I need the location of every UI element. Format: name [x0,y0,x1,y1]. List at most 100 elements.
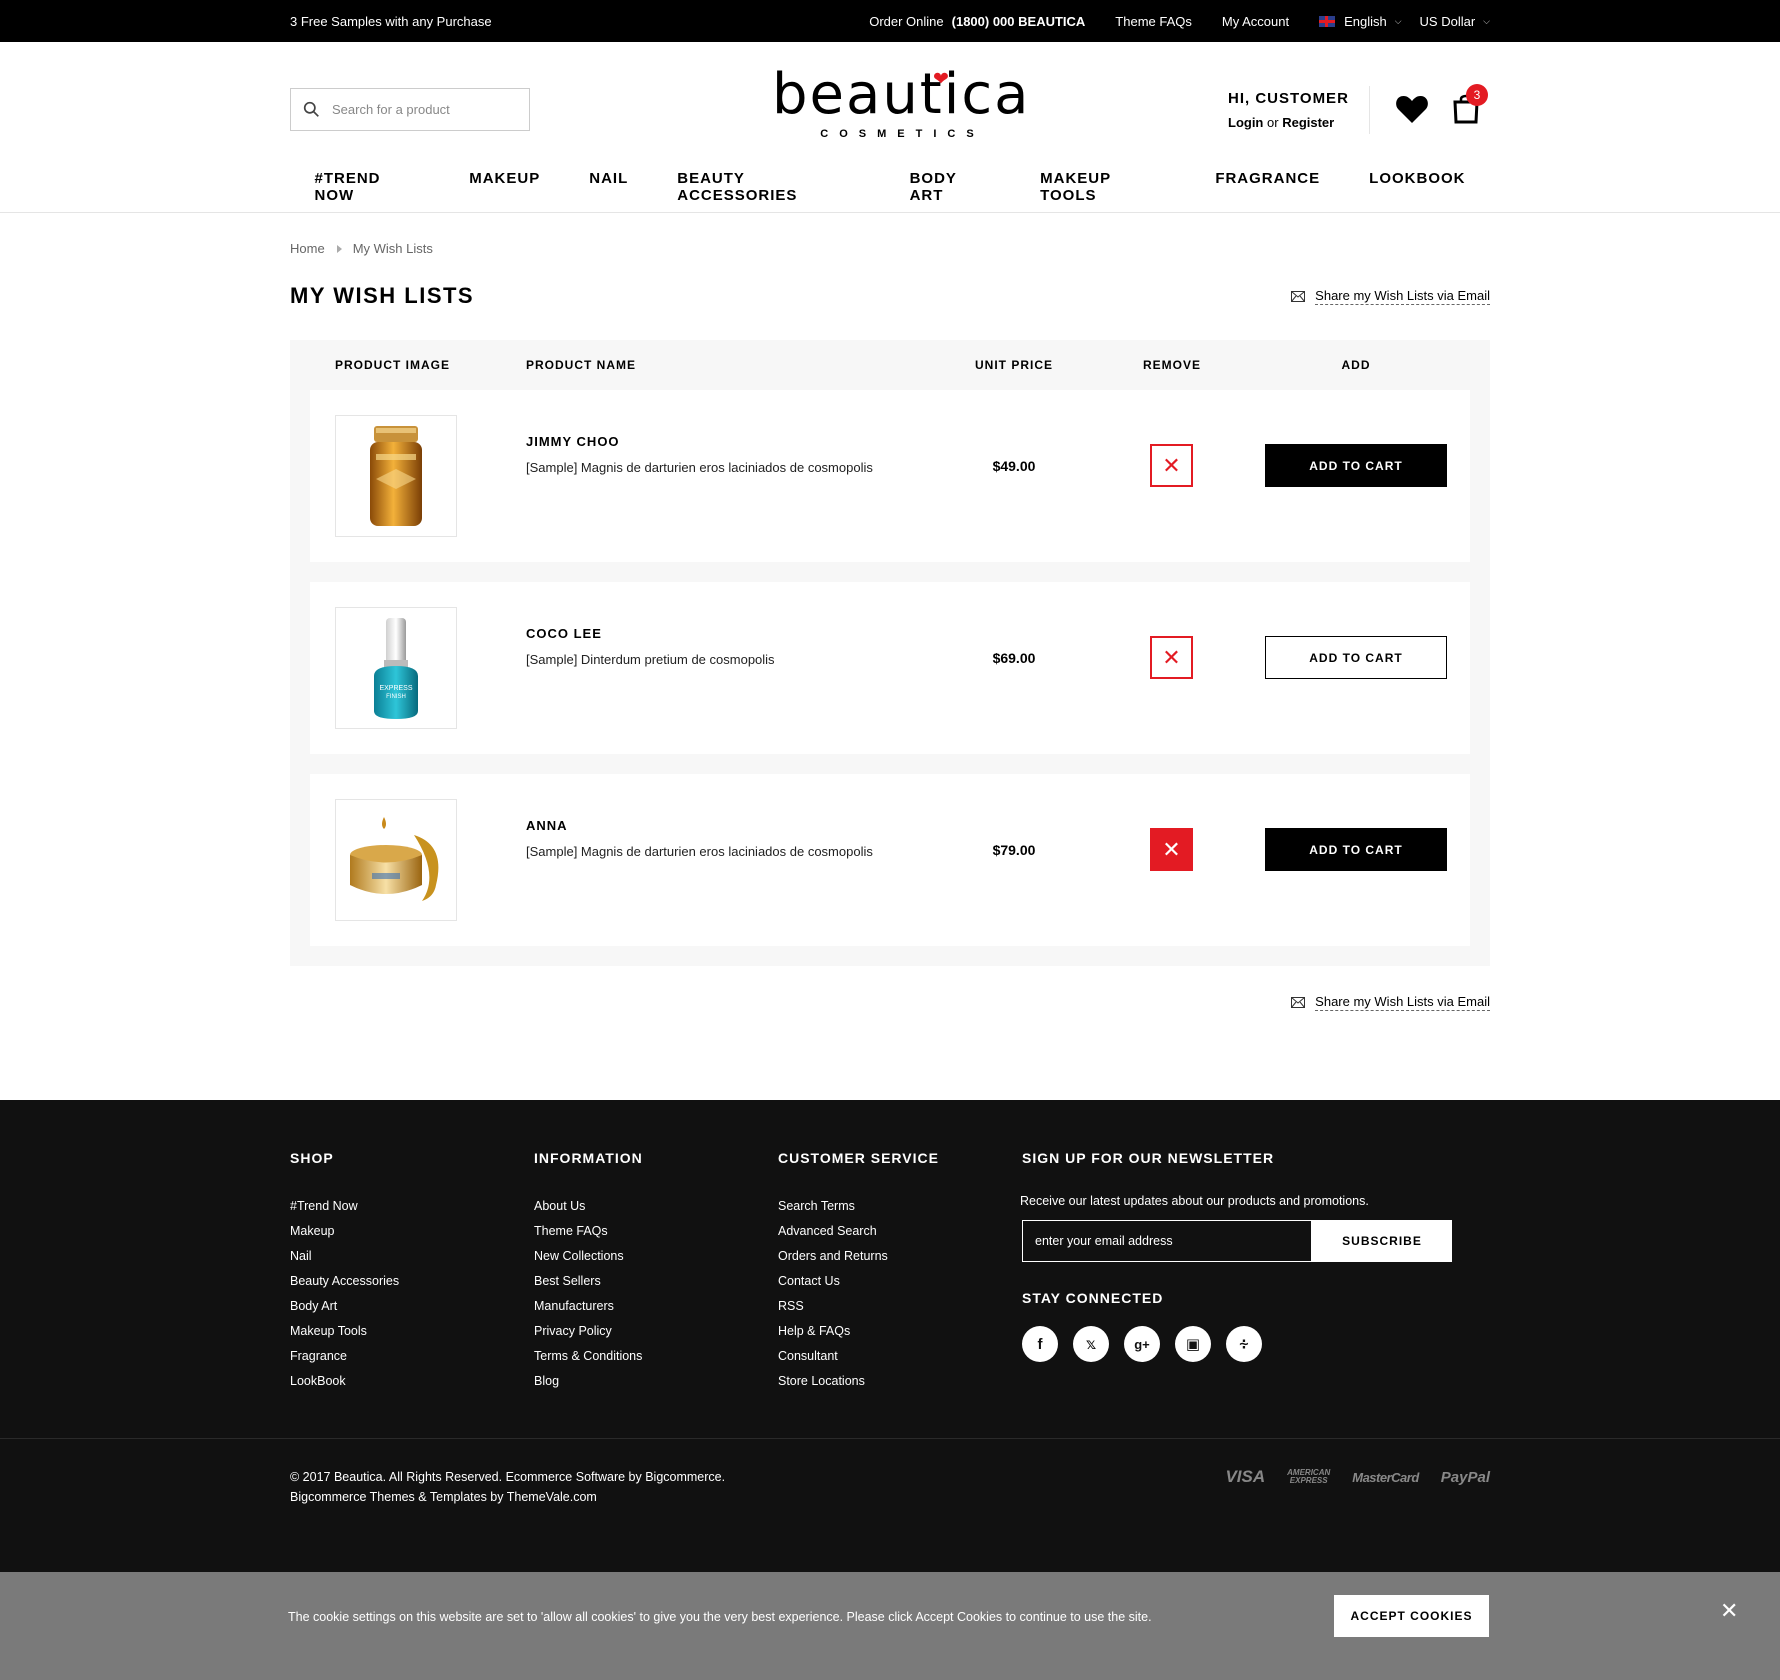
footer-service-title: CUSTOMER SERVICE [778,1150,939,1166]
footer-link[interactable]: Manufacturers [534,1294,643,1319]
wishlist-table-header: PRODUCT IMAGE PRODUCT NAME UNIT PRICE RE… [310,340,1470,390]
language-selector[interactable]: English ⌵ [1319,14,1402,29]
product-image[interactable]: EXPRESS FINISH [335,607,457,729]
footer-information-title: INFORMATION [534,1150,643,1166]
unit-price: $69.00 [992,650,1036,666]
newsletter-email-input[interactable] [1022,1220,1312,1262]
logo-subtitle: COSMETICS [820,128,985,140]
footer-link[interactable]: About Us [534,1194,643,1219]
col-remove: REMOVE [1142,358,1201,372]
product-name[interactable]: JIMMY CHOO [526,434,620,449]
footer-link[interactable]: #Trend Now [290,1194,399,1219]
footer-link[interactable]: RSS [778,1294,939,1319]
footer-shop-title: SHOP [290,1150,334,1166]
add-to-cart-button[interactable]: ADD TO CART [1265,636,1447,679]
add-to-cart-button[interactable]: ADD TO CART [1265,444,1447,487]
theme-faqs-link[interactable]: Theme FAQs [1115,14,1192,29]
footer-link[interactable]: Advanced Search [778,1219,939,1244]
footer-link[interactable]: Theme FAQs [534,1219,643,1244]
nav-trend-now[interactable]: #TREND NOW [315,170,421,204]
footer-link[interactable]: Fragrance [290,1344,399,1369]
logo[interactable]: beautica ❤ COSMETICS [772,62,1031,140]
nav-nail[interactable]: NAIL [589,170,628,204]
cookie-message: The cookie settings on this website are … [288,1610,1152,1624]
footer-link[interactable]: Makeup Tools [290,1319,399,1344]
accept-cookies-button[interactable]: ACCEPT COOKIES [1334,1595,1489,1637]
footer-link[interactable]: Help & FAQs [778,1319,939,1344]
share-wishlist-link-bottom[interactable]: Share my Wish Lists via Email [1291,994,1490,1011]
top-bar: 3 Free Samples with any Purchase Order O… [0,0,1780,42]
col-add: ADD [1341,358,1371,372]
remove-button[interactable]: ✕ [1150,828,1193,871]
nav-lookbook[interactable]: LOOKBOOK [1369,170,1465,204]
facebook-icon[interactable]: f [1022,1326,1058,1362]
remove-button[interactable]: ✕ [1150,636,1193,679]
share-wishlist-text: Share my Wish Lists via Email [1315,994,1490,1011]
register-link[interactable]: Register [1282,115,1334,130]
currency-selector[interactable]: US Dollar ⌵ [1420,14,1490,29]
footer-link[interactable]: Store Locations [778,1369,939,1394]
footer-link[interactable]: Consultant [778,1344,939,1369]
chevron-down-icon: ⌵ [1483,15,1490,26]
table-row: EXPRESS FINISH COCO LEE [Sample] Dinterd… [310,582,1470,754]
amex-line-2: EXPRESS [1289,1476,1328,1485]
close-icon: ✕ [1162,452,1181,478]
my-account-link[interactable]: My Account [1222,14,1289,29]
envelope-icon [1291,997,1306,1008]
footer-link[interactable]: LookBook [290,1369,399,1394]
nav-makeup[interactable]: MAKEUP [469,170,540,204]
copyright: © 2017 Beautica. All Rights Reserved. Ec… [290,1467,725,1507]
product-name[interactable]: COCO LEE [526,626,602,641]
footer-link[interactable]: Makeup [290,1219,399,1244]
footer-link[interactable]: Orders and Returns [778,1244,939,1269]
phone-number[interactable]: (1800) 000 BEAUTICA [952,14,1086,29]
breadcrumb-home[interactable]: Home [290,241,325,256]
search-input[interactable] [332,102,512,117]
footer-link[interactable]: New Collections [534,1244,643,1269]
footer-link[interactable]: Search Terms [778,1194,939,1219]
product-description[interactable]: [Sample] Dinterdum pretium de cosmopolis [526,652,775,667]
login-link[interactable]: Login [1228,115,1263,130]
nav-makeup-tools[interactable]: MAKEUP TOOLS [1040,170,1166,204]
col-unit-price: UNIT PRICE [974,358,1053,372]
col-product-image: PRODUCT IMAGE [335,358,450,372]
close-icon[interactable]: ✕ [1720,1598,1738,1624]
site-footer: SHOP #Trend Now Makeup Nail Beauty Acces… [0,1100,1780,1580]
footer-link[interactable]: Terms & Conditions [534,1344,643,1369]
nail-polish-image: EXPRESS FINISH [374,617,418,719]
main-content: Home My Wish Lists MY WISH LISTS Share m… [290,241,1490,1011]
footer-link[interactable]: Beauty Accessories [290,1269,399,1294]
google-plus-icon[interactable]: g+ [1124,1326,1160,1362]
remove-button[interactable]: ✕ [1150,444,1193,487]
product-image[interactable] [335,415,457,537]
nav-fragrance[interactable]: FRAGRANCE [1215,170,1320,204]
table-row: JIMMY CHOO [Sample] Magnis de darturien … [310,390,1470,562]
search-icon[interactable] [303,101,320,118]
add-to-cart-button[interactable]: ADD TO CART [1265,828,1447,871]
footer-link[interactable]: Contact Us [778,1269,939,1294]
search-box[interactable] [290,88,530,131]
subscribe-button[interactable]: SUBSCRIBE [1312,1220,1452,1262]
share-wishlist-link[interactable]: Share my Wish Lists via Email [1291,288,1490,305]
footer-shop: SHOP #Trend Now Makeup Nail Beauty Acces… [290,1150,399,1394]
footer-link[interactable]: Nail [290,1244,399,1269]
rss-icon[interactable]: ∻ [1226,1326,1262,1362]
footer-link[interactable]: Blog [534,1369,643,1394]
heart-wishlist-icon[interactable] [1395,94,1429,124]
product-image[interactable] [335,799,457,921]
chevron-down-icon: ⌵ [1394,15,1402,26]
footer-bottom: © 2017 Beautica. All Rights Reserved. Ec… [0,1438,1780,1580]
footer-link[interactable]: Body Art [290,1294,399,1319]
nav-beauty-accessories[interactable]: BEAUTY ACCESSORIES [677,170,860,204]
footer-link[interactable]: Privacy Policy [534,1319,643,1344]
twitter-icon[interactable]: 𝕩 [1073,1326,1109,1362]
logo-name: beautica [772,62,1031,127]
instagram-icon[interactable]: ▣ [1175,1326,1211,1362]
product-name[interactable]: ANNA [526,818,568,833]
site-header: beautica ❤ COSMETICS HI, CUSTOMER Login … [0,42,1780,213]
footer-link[interactable]: Best Sellers [534,1269,643,1294]
order-online-label: Order Online [869,13,944,29]
nav-body-art[interactable]: BODY ART [910,170,992,204]
product-description[interactable]: [Sample] Magnis de darturien eros lacini… [526,844,873,859]
product-description[interactable]: [Sample] Magnis de darturien eros lacini… [526,460,873,475]
